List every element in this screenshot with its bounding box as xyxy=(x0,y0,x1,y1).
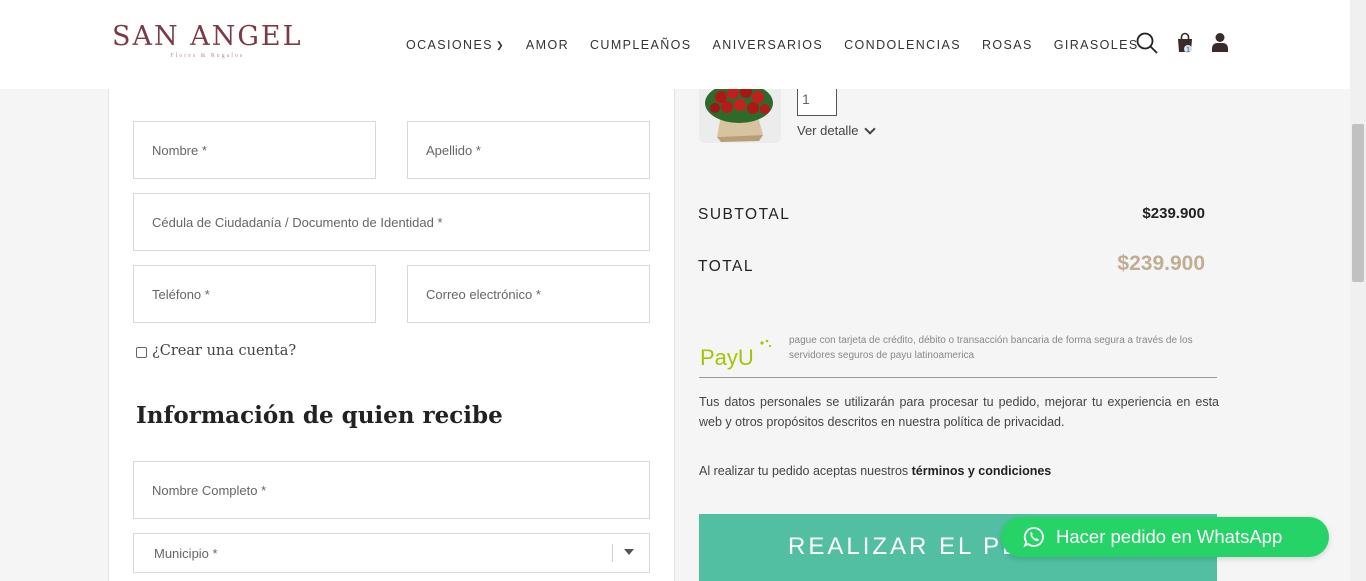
terms-prefix: Al realizar tu pedido aceptas nuestros xyxy=(699,464,912,478)
email-field[interactable] xyxy=(407,265,650,323)
cart-count: 1 xyxy=(1186,47,1190,54)
search-icon[interactable] xyxy=(1136,32,1158,54)
user-icon[interactable] xyxy=(1211,32,1229,52)
municipality-select[interactable]: Municipio * xyxy=(133,533,650,573)
chevron-down-icon xyxy=(864,122,877,135)
phone-input[interactable] xyxy=(134,266,375,322)
whatsapp-order-button[interactable]: Hacer pedido en WhatsApp xyxy=(1001,517,1329,557)
divider xyxy=(699,377,1217,378)
subtotal-value: $239.900 xyxy=(1142,205,1205,222)
shopping-bag-icon[interactable]: 1 xyxy=(1175,32,1195,54)
create-account-label[interactable]: ¿Crear una cuenta? xyxy=(152,343,296,359)
privacy-notice: Tus datos personales se utilizarán para … xyxy=(699,395,1219,429)
municipality-select-label: Municipio * xyxy=(154,546,218,561)
first-name-input[interactable] xyxy=(134,122,375,178)
recipient-name-field[interactable] xyxy=(133,461,650,519)
brand-tagline: Flores & Regalos xyxy=(170,53,245,59)
terms-notice: Al realizar tu pedido aceptas nuestros t… xyxy=(699,464,1051,478)
last-name-input[interactable] xyxy=(408,122,649,178)
brand-logo[interactable]: SAN ANGEL Flores & Regalos xyxy=(112,21,303,60)
last-name-field[interactable] xyxy=(407,121,650,179)
first-name-field[interactable] xyxy=(133,121,376,179)
nav-item-amor[interactable]: AMOR xyxy=(526,38,569,52)
email-input[interactable] xyxy=(408,266,649,322)
nav-item-girasoles[interactable]: GIRASOLES xyxy=(1054,38,1139,52)
id-document-input[interactable] xyxy=(134,194,649,250)
payu-logo-text: PayU xyxy=(700,345,754,370)
nav-item-label: OCASIONES xyxy=(406,38,493,52)
nav-item-cumpleanos[interactable]: CUMPLEAÑOS xyxy=(590,38,692,52)
subtotal-label: SUBTOTAL xyxy=(698,206,791,223)
view-detail-link[interactable]: Ver detalle xyxy=(797,122,877,138)
chevron-down-icon: ❯ xyxy=(495,40,505,50)
scrollbar[interactable] xyxy=(1350,0,1366,581)
terms-link[interactable]: términos y condiciones xyxy=(912,464,1052,478)
main-nav: OCASIONES ❯ AMOR CUMPLEAÑOS ANIVERSARIOS … xyxy=(406,38,1139,52)
total-label: TOTAL xyxy=(698,258,755,275)
nav-item-condolencias[interactable]: CONDOLENCIAS xyxy=(844,38,961,52)
id-document-field[interactable] xyxy=(133,193,650,251)
payu-logo: PayU xyxy=(700,339,772,370)
phone-field[interactable] xyxy=(133,265,376,323)
view-detail-label: Ver detalle xyxy=(797,123,859,138)
nav-item-rosas[interactable]: ROSAS xyxy=(982,38,1033,52)
scrollbar-thumb[interactable] xyxy=(1352,124,1364,282)
select-divider xyxy=(612,544,613,562)
nav-item-aniversarios[interactable]: ANIVERSARIOS xyxy=(713,38,824,52)
whatsapp-icon xyxy=(1023,527,1044,548)
total-value: $239.900 xyxy=(1117,252,1205,275)
nav-item-ocasiones[interactable]: OCASIONES ❯ xyxy=(406,38,505,52)
create-account-row[interactable]: ¿Crear una cuenta? xyxy=(136,343,296,359)
whatsapp-order-label: Hacer pedido en WhatsApp xyxy=(1056,526,1283,547)
recipient-info-heading: Información de quien recibe xyxy=(136,402,503,429)
payu-description: pague con tarjeta de crédito, débito o t… xyxy=(789,335,1193,361)
brand-name: SAN ANGEL xyxy=(112,21,303,52)
recipient-name-input[interactable] xyxy=(134,462,649,518)
site-header: SAN ANGEL Flores & Regalos OCASIONES ❯ AM… xyxy=(0,0,1350,89)
create-account-checkbox[interactable] xyxy=(136,347,147,358)
caret-down-icon xyxy=(624,549,634,555)
